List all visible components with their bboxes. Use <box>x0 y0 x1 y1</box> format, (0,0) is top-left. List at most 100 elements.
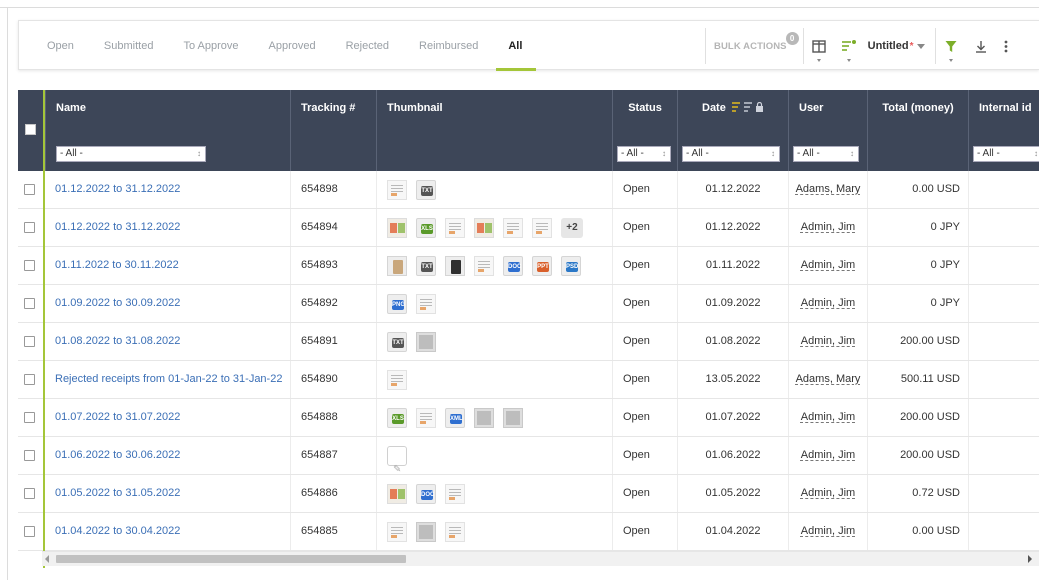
column-header-thumbnail[interactable]: Thumbnail <box>376 90 612 171</box>
columns-button[interactable] <box>804 21 834 71</box>
column-header-date[interactable]: Date - All - ↕ <box>677 90 788 171</box>
receipt-thumbnail[interactable] <box>474 218 494 238</box>
column-filter-select[interactable]: - All - ↕ <box>793 146 859 162</box>
report-name-link-text[interactable]: Rejected receipts from 01-Jan-22 to 31-J… <box>55 373 282 385</box>
row-checkbox[interactable] <box>24 222 35 233</box>
column-header-total-money[interactable]: Total (money) <box>867 90 968 171</box>
table-row[interactable]: 01.05.2022 to 31.05.2022 654886 DOC Open 01.… <box>18 475 1039 513</box>
tab-rejected[interactable]: Rejected <box>346 21 389 71</box>
photo-thumbnail[interactable] <box>474 408 494 428</box>
user-cell-text[interactable]: Admin, Jim <box>801 221 855 233</box>
row-checkbox[interactable] <box>24 526 35 537</box>
report-name-link[interactable]: 01.11.2022 to 30.11.2022 <box>45 247 290 284</box>
user-cell-text[interactable]: Admin, Jim <box>801 259 855 271</box>
report-name-link[interactable]: 01.08.2022 to 31.08.2022 <box>45 323 290 360</box>
sort-button[interactable] <box>834 21 864 71</box>
receipt-thumbnail[interactable] <box>503 218 523 238</box>
file-archive-icon[interactable] <box>387 256 407 276</box>
receipt-thumbnail[interactable] <box>532 218 552 238</box>
user-cell[interactable]: Adams, Mary <box>788 361 867 398</box>
row-checkbox[interactable] <box>24 260 35 271</box>
column-header-user[interactable]: User - All - ↕ <box>788 90 867 171</box>
table-row[interactable]: 01.06.2022 to 30.06.2022 654887 ✎ Open 01.06… <box>18 437 1039 475</box>
user-cell-text[interactable]: Admin, Jim <box>801 411 855 423</box>
report-name-link-text[interactable]: 01.05.2022 to 31.05.2022 <box>55 487 180 499</box>
bulk-actions-button[interactable]: BULK ACTIONS 0 <box>706 31 803 52</box>
tab-approved[interactable]: Approved <box>269 21 316 71</box>
column-header-status[interactable]: Status - All - ↕ <box>612 90 677 171</box>
scrollbar-thumb[interactable] <box>56 555 406 563</box>
receipt-thumbnail[interactable] <box>387 370 407 390</box>
receipt-thumbnail[interactable] <box>445 484 465 504</box>
file-doc-icon[interactable]: DOC <box>503 256 523 276</box>
receipt-thumbnail[interactable] <box>416 294 436 314</box>
table-row[interactable]: 01.09.2022 to 30.09.2022 654892 PNG Open 01.… <box>18 285 1039 323</box>
report-name-link[interactable]: 01.06.2022 to 30.06.2022 <box>45 437 290 474</box>
row-checkbox[interactable] <box>24 336 35 347</box>
row-checkbox[interactable] <box>24 374 35 385</box>
receipt-thumbnail[interactable] <box>416 408 436 428</box>
scroll-left-icon[interactable] <box>45 555 49 563</box>
report-name-link-text[interactable]: 01.12.2022 to 31.12.2022 <box>55 221 180 233</box>
table-row[interactable]: 01.04.2022 to 30.04.2022 654885 Open 01.04.… <box>18 513 1039 551</box>
user-cell-text[interactable]: Adams, Mary <box>796 183 861 195</box>
user-cell-text[interactable]: Admin, Jim <box>801 525 855 537</box>
tab-reimbursed[interactable]: Reimbursed <box>419 21 478 71</box>
row-checkbox[interactable] <box>24 412 35 423</box>
photo-thumbnail[interactable] <box>416 522 436 542</box>
user-cell[interactable]: Admin, Jim <box>788 437 867 474</box>
user-cell-text[interactable]: Admin, Jim <box>801 449 855 461</box>
select-all-checkbox[interactable] <box>25 124 36 135</box>
report-name-link[interactable]: 01.05.2022 to 31.05.2022 <box>45 475 290 512</box>
file-doc-icon[interactable]: DOC <box>416 484 436 504</box>
column-header-internal-id[interactable]: Internal id - All - ↕ <box>968 90 1039 171</box>
receipt-thumbnail[interactable] <box>387 522 407 542</box>
report-name-link[interactable]: 01.12.2022 to 31.12.2022 <box>45 209 290 246</box>
report-name-link[interactable]: Rejected receipts from 01-Jan-22 to 31-J… <box>45 361 290 398</box>
report-name-link-text[interactable]: 01.08.2022 to 31.08.2022 <box>55 335 180 347</box>
user-cell[interactable]: Admin, Jim <box>788 475 867 512</box>
report-name-link-text[interactable]: 01.04.2022 to 30.04.2022 <box>55 525 180 537</box>
report-name-link[interactable]: 01.07.2022 to 31.07.2022 <box>45 399 290 436</box>
file-png-icon[interactable]: PNG <box>387 294 407 314</box>
column-filter-select[interactable]: - All - ↕ <box>56 146 206 162</box>
file-xls-icon[interactable]: XLS <box>416 218 436 238</box>
column-header-name[interactable]: Name - All - ↕ <box>45 90 290 171</box>
user-cell[interactable]: Admin, Jim <box>788 399 867 436</box>
table-row[interactable]: 01.12.2022 to 31.12.2022 654898 TXT Open 01.… <box>18 171 1039 209</box>
column-filter-select[interactable]: - All - ↕ <box>617 146 671 162</box>
scroll-right-icon[interactable] <box>1028 555 1032 563</box>
file-xls-icon[interactable]: XLS <box>387 408 407 428</box>
file-txt-icon[interactable]: TXT <box>416 256 436 276</box>
report-name-link-text[interactable]: 01.12.2022 to 31.12.2022 <box>55 183 180 195</box>
no-image-icon[interactable]: ✎ <box>387 446 407 474</box>
file-dark-icon[interactable] <box>445 256 465 276</box>
receipt-thumbnail[interactable] <box>474 256 494 276</box>
user-cell-text[interactable]: Admin, Jim <box>801 297 855 309</box>
more-thumbnails-badge[interactable]: +2 <box>561 218 583 238</box>
table-row[interactable]: 01.07.2022 to 31.07.2022 654888 XLS XML Open… <box>18 399 1039 437</box>
tab-to-approve[interactable]: To Approve <box>183 21 238 71</box>
report-name-link-text[interactable]: 01.11.2022 to 30.11.2022 <box>55 259 179 271</box>
row-checkbox[interactable] <box>24 488 35 499</box>
report-name-link-text[interactable]: 01.09.2022 to 30.09.2022 <box>55 297 180 309</box>
user-cell-text[interactable]: Admin, Jim <box>801 487 855 499</box>
file-txt-icon[interactable]: TXT <box>416 180 436 200</box>
filter-button[interactable] <box>936 21 966 71</box>
table-row[interactable]: 01.08.2022 to 31.08.2022 654891 TXT Open 01.… <box>18 323 1039 361</box>
report-name-link[interactable]: 01.12.2022 to 31.12.2022 <box>45 171 290 208</box>
column-header-tracking[interactable]: Tracking # <box>290 90 376 171</box>
receipt-thumbnail[interactable] <box>445 522 465 542</box>
row-checkbox[interactable] <box>24 450 35 461</box>
file-ppt-icon[interactable]: PPT <box>532 256 552 276</box>
receipt-thumbnail[interactable] <box>445 218 465 238</box>
report-name-link[interactable]: 01.09.2022 to 30.09.2022 <box>45 285 290 322</box>
table-row[interactable]: 01.12.2022 to 31.12.2022 654894 XLS +2 Open 0… <box>18 209 1039 247</box>
photo-thumbnail[interactable] <box>416 332 436 352</box>
user-cell[interactable]: Admin, Jim <box>788 247 867 284</box>
horizontal-scrollbar[interactable] <box>42 551 1039 566</box>
report-name-link[interactable]: 01.04.2022 to 30.04.2022 <box>45 513 290 550</box>
receipt-thumbnail[interactable] <box>387 484 407 504</box>
user-cell-text[interactable]: Admin, Jim <box>801 335 855 347</box>
file-xml-icon[interactable]: XML <box>445 408 465 428</box>
